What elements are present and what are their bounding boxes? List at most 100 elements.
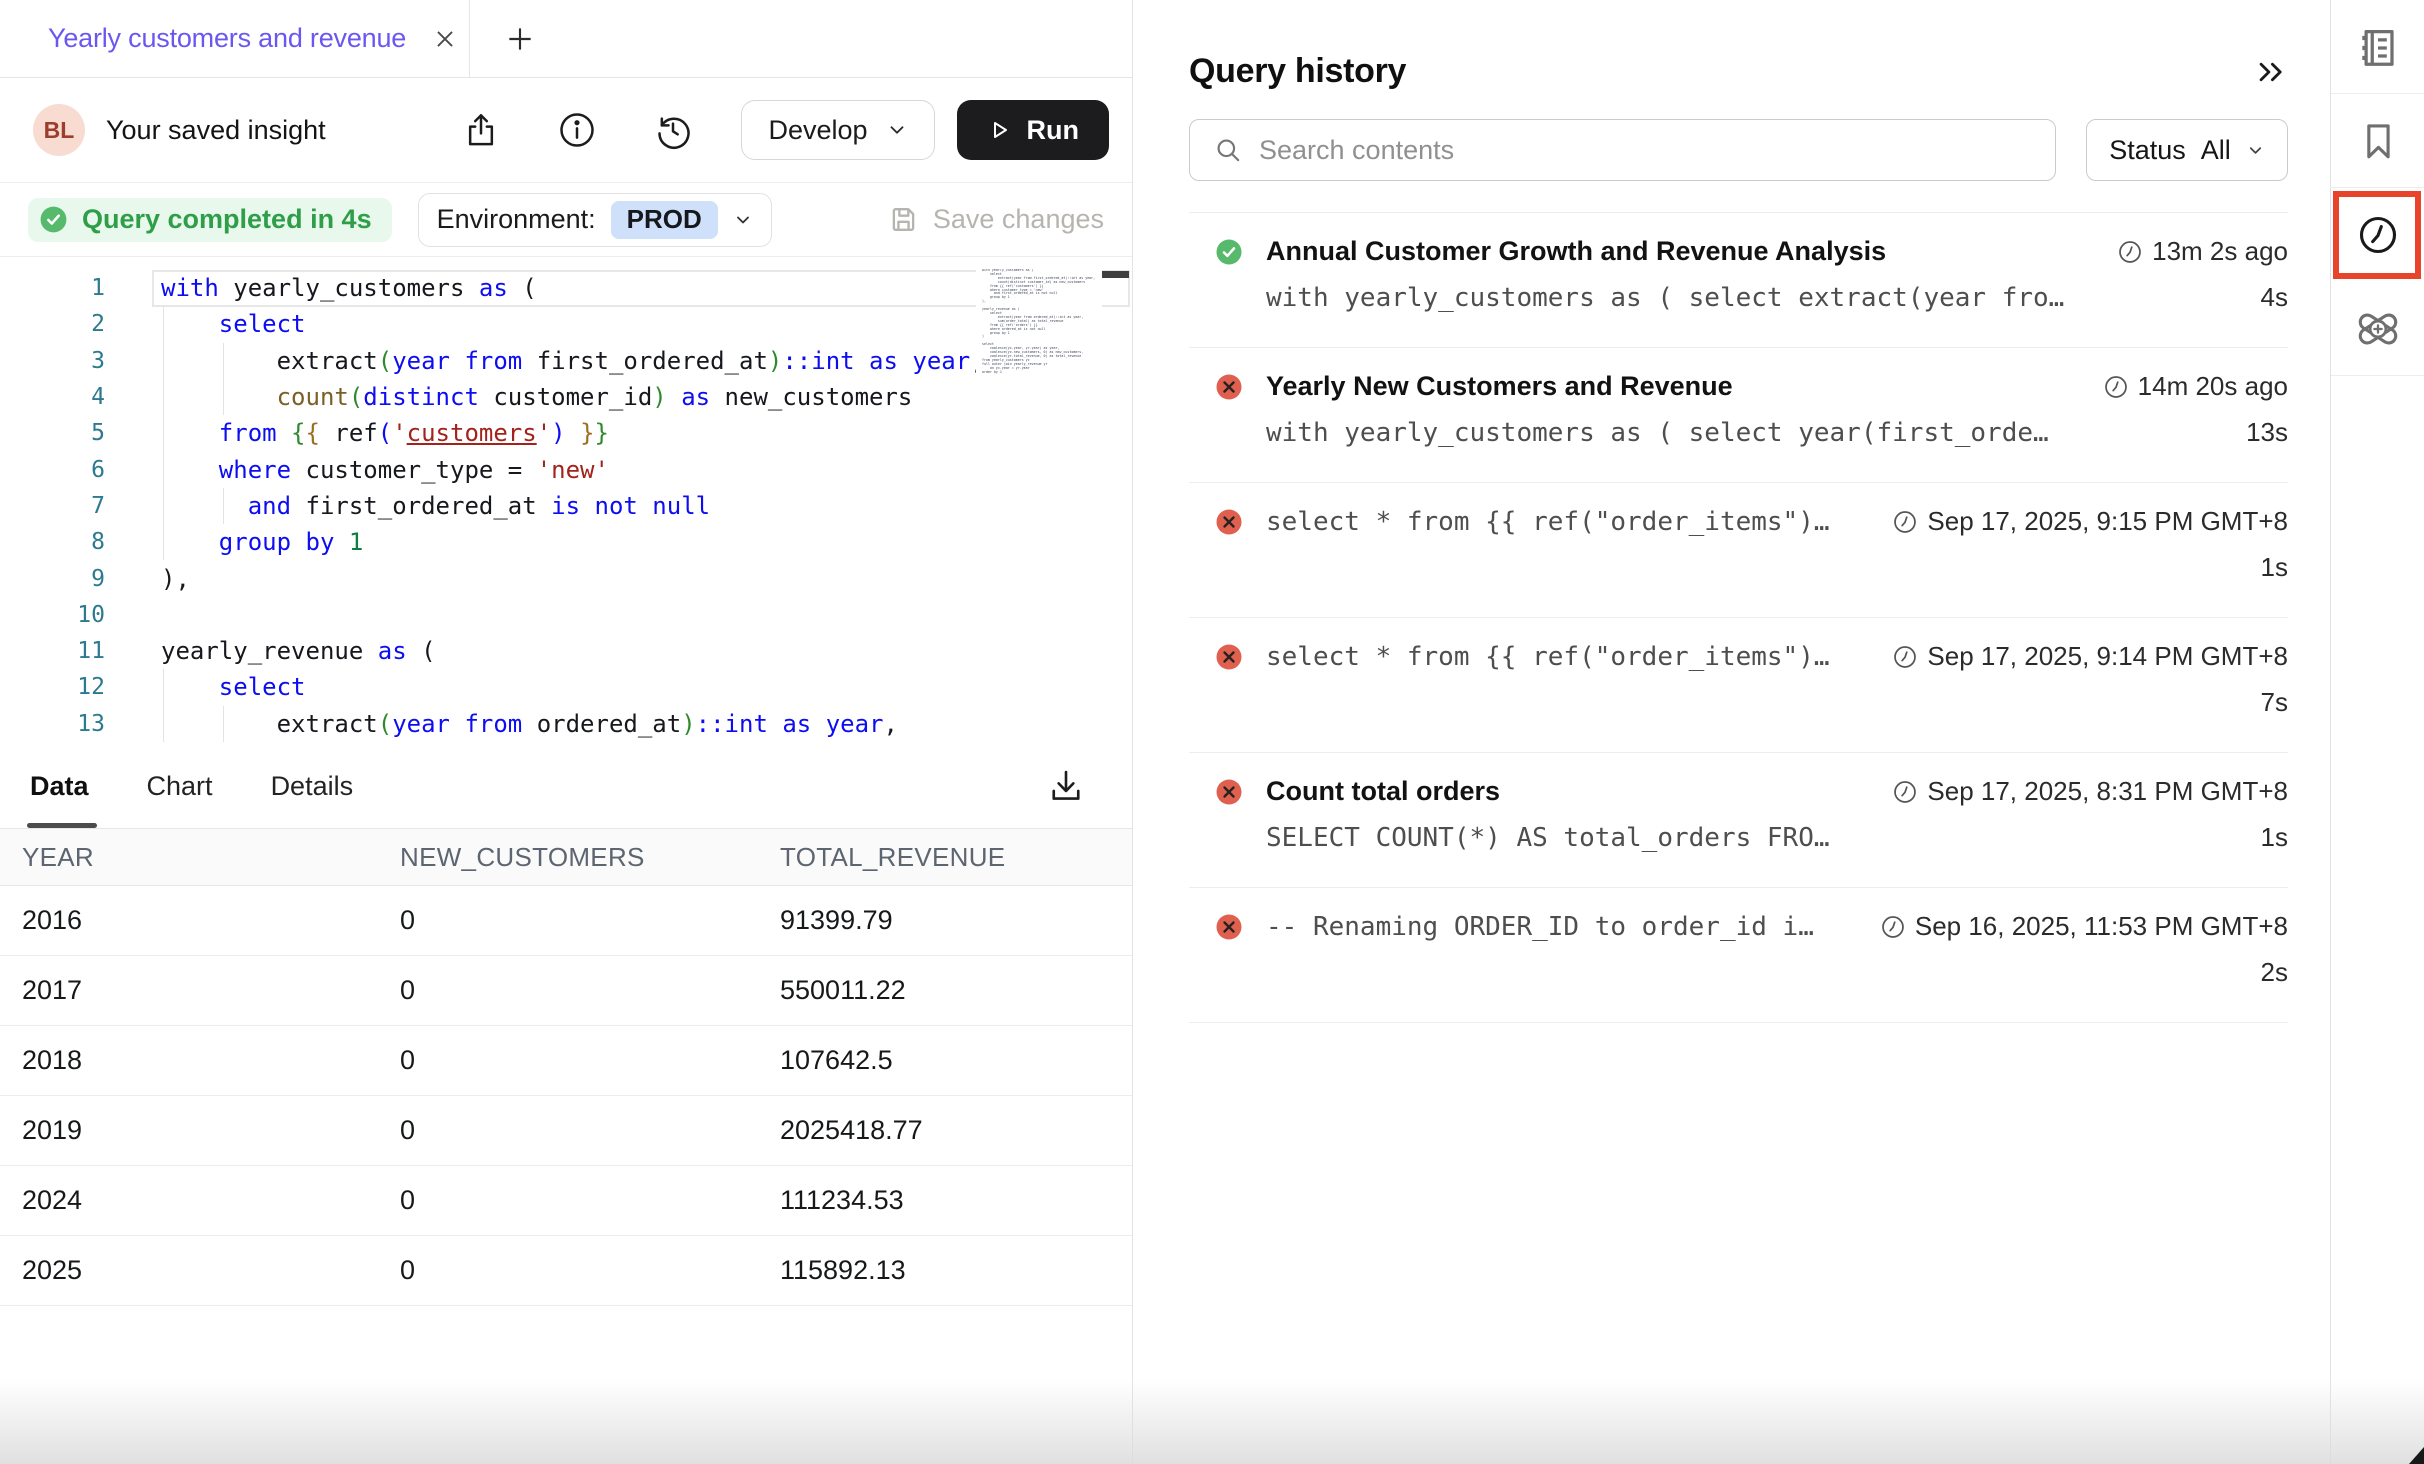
version-history-icon[interactable] [653,110,693,150]
item-timestamp: Sep 17, 2025, 8:31 PM GMT+8 [1892,776,2288,807]
query-history-item[interactable]: Yearly New Customers and Revenue14m 20s … [1189,348,2288,483]
download-icon[interactable] [1045,765,1087,807]
environment-label: Environment: [437,204,596,235]
clock-icon [1892,779,1918,805]
code-line[interactable]: 8 group by 1 [0,524,1132,560]
item-line1: select * from {{ ref("order_items")…Sep … [1214,641,2288,672]
bookmark-icon[interactable] [2331,94,2424,188]
tab-yearly-customers-and-revenue[interactable]: Yearly customers and revenue [0,0,470,77]
active-tab-underline [27,823,97,828]
tab-details[interactable]: Details [271,771,354,802]
item-line1: Annual Customer Growth and Revenue Analy… [1214,236,2288,267]
table-row[interactable]: 2016091399.79 [0,886,1132,956]
code-line[interactable]: 12 select [0,669,1132,705]
collapse-panel-icon[interactable] [2254,55,2288,89]
item-duration: 7s [2261,687,2288,718]
query-history-panel: Query history Status All Annual Customer… [1133,0,2330,1464]
tab-chart[interactable]: Chart [147,771,213,802]
code-line[interactable]: 1with yearly_customers as ( [0,270,1132,306]
table-row[interactable]: 20180107642.5 [0,1026,1132,1096]
indent-guide [163,706,164,742]
tab-close-icon[interactable] [432,26,458,52]
line-number: 7 [0,493,105,519]
save-changes-label: Save changes [933,204,1104,235]
new-tab-button[interactable] [490,0,550,77]
item-query-snippet: -- Renaming ORDER_ID to order_id i… [1266,912,1864,942]
table-cell: 0 [378,1045,758,1076]
table-cell: 2017 [0,975,378,1006]
query-history-item[interactable]: Count total ordersSep 17, 2025, 8:31 PM … [1189,753,2288,888]
environment-value-badge: PROD [611,201,718,239]
error-x-icon [1214,507,1244,537]
code-line[interactable]: 3 extract(year from first_ordered_at)::i… [0,343,1132,379]
query-history-item[interactable]: select * from {{ ref("order_items")…Sep … [1189,483,2288,618]
query-history-item[interactable]: Annual Customer Growth and Revenue Analy… [1189,213,2288,348]
editor-minimap[interactable]: with yearly_customers as ( select extrac… [976,269,1102,729]
floppy-save-icon [887,203,920,236]
table-row[interactable]: 20250115892.13 [0,1236,1132,1306]
table-cell: 0 [378,905,758,936]
table-row[interactable]: 201902025418.77 [0,1096,1132,1166]
line-number: 2 [0,311,105,337]
code-line[interactable]: 7 and first_ordered_at is not null [0,488,1132,524]
code-text: where customer_type = 'new' [161,456,609,484]
editor-scrollbar-thumb[interactable] [1102,271,1129,278]
editor-panel: Yearly customers and revenue BL Your sav… [0,0,1133,1464]
indent-guide [163,488,164,524]
table-row[interactable]: 20240111234.53 [0,1166,1132,1236]
results-section: Data Chart Details YEARNEW_CUSTOMERSTOTA… [0,745,1132,1464]
code-line[interactable]: 11yearly_revenue as ( [0,633,1132,669]
play-icon [987,118,1011,142]
code-line[interactable]: 4 count(distinct customer_id) as new_cus… [0,379,1132,415]
error-x-icon [1214,372,1244,402]
sql-editor[interactable]: 1with yearly_customers as (2 select3 ext… [0,257,1132,745]
indent-guide [223,379,224,415]
query-history-icon-cell [2331,188,2424,282]
code-line[interactable]: 6 where customer_type = 'new' [0,451,1132,487]
column-header[interactable]: TOTAL_REVENUE [758,842,1132,873]
code-line[interactable]: 2 select [0,306,1132,342]
item-line1: Count total ordersSep 17, 2025, 8:31 PM … [1214,776,2288,807]
item-line1: select * from {{ ref("order_items")…Sep … [1214,506,2288,537]
explore-icon[interactable] [2331,282,2424,376]
item-duration: 4s [2261,282,2288,313]
search-input[interactable] [1259,135,2055,166]
indent-guide [163,524,164,560]
table-row[interactable]: 20170550011.22 [0,956,1132,1026]
code-line[interactable]: 9), [0,560,1132,596]
insight-header: BL Your saved insight Develop Run [0,78,1132,183]
status-filter-dropdown[interactable]: Status All [2086,119,2288,181]
info-icon[interactable] [557,110,597,150]
query-history-item[interactable]: -- Renaming ORDER_ID to order_id i…Sep 1… [1189,888,2288,1023]
run-button[interactable]: Run [957,100,1109,160]
code-line[interactable]: 10 [0,597,1132,633]
column-header[interactable]: YEAR [0,842,378,873]
indent-guide [163,669,164,705]
query-history-item[interactable]: select * from {{ ref("order_items")…Sep … [1189,618,2288,753]
develop-button[interactable]: Develop [741,100,934,160]
indent-guide [163,306,164,342]
search-box[interactable] [1189,119,2056,181]
line-number: 9 [0,566,105,592]
save-changes-button[interactable]: Save changes [887,203,1104,236]
column-header[interactable]: NEW_CUSTOMERS [378,842,758,873]
tab-bar: Yearly customers and revenue [0,0,1132,78]
item-duration: 2s [2261,957,2288,988]
item-line2: with yearly_customers as ( select year(f… [1266,417,2288,448]
table-cell: 91399.79 [758,905,1132,936]
code-text: select [161,310,306,338]
table-cell: 550011.22 [758,975,1132,1006]
share-icon[interactable] [461,110,501,150]
results-table-header: YEARNEW_CUSTOMERSTOTAL_REVENUE [0,828,1132,886]
code-line[interactable]: 5 from {{ ref('customers') }} [0,415,1132,451]
table-cell: 0 [378,975,758,1006]
tab-data[interactable]: Data [30,771,89,802]
environment-selector[interactable]: Environment: PROD [418,193,772,247]
table-cell: 2025 [0,1255,378,1286]
status-filter-value: All [2201,135,2231,166]
success-check-icon [1214,237,1244,267]
code-text: ), [161,565,190,593]
code-line[interactable]: 13 extract(year from ordered_at)::int as… [0,706,1132,742]
notebook-icon[interactable] [2331,0,2424,94]
code-text: count(distinct customer_id) as new_custo… [161,383,912,411]
